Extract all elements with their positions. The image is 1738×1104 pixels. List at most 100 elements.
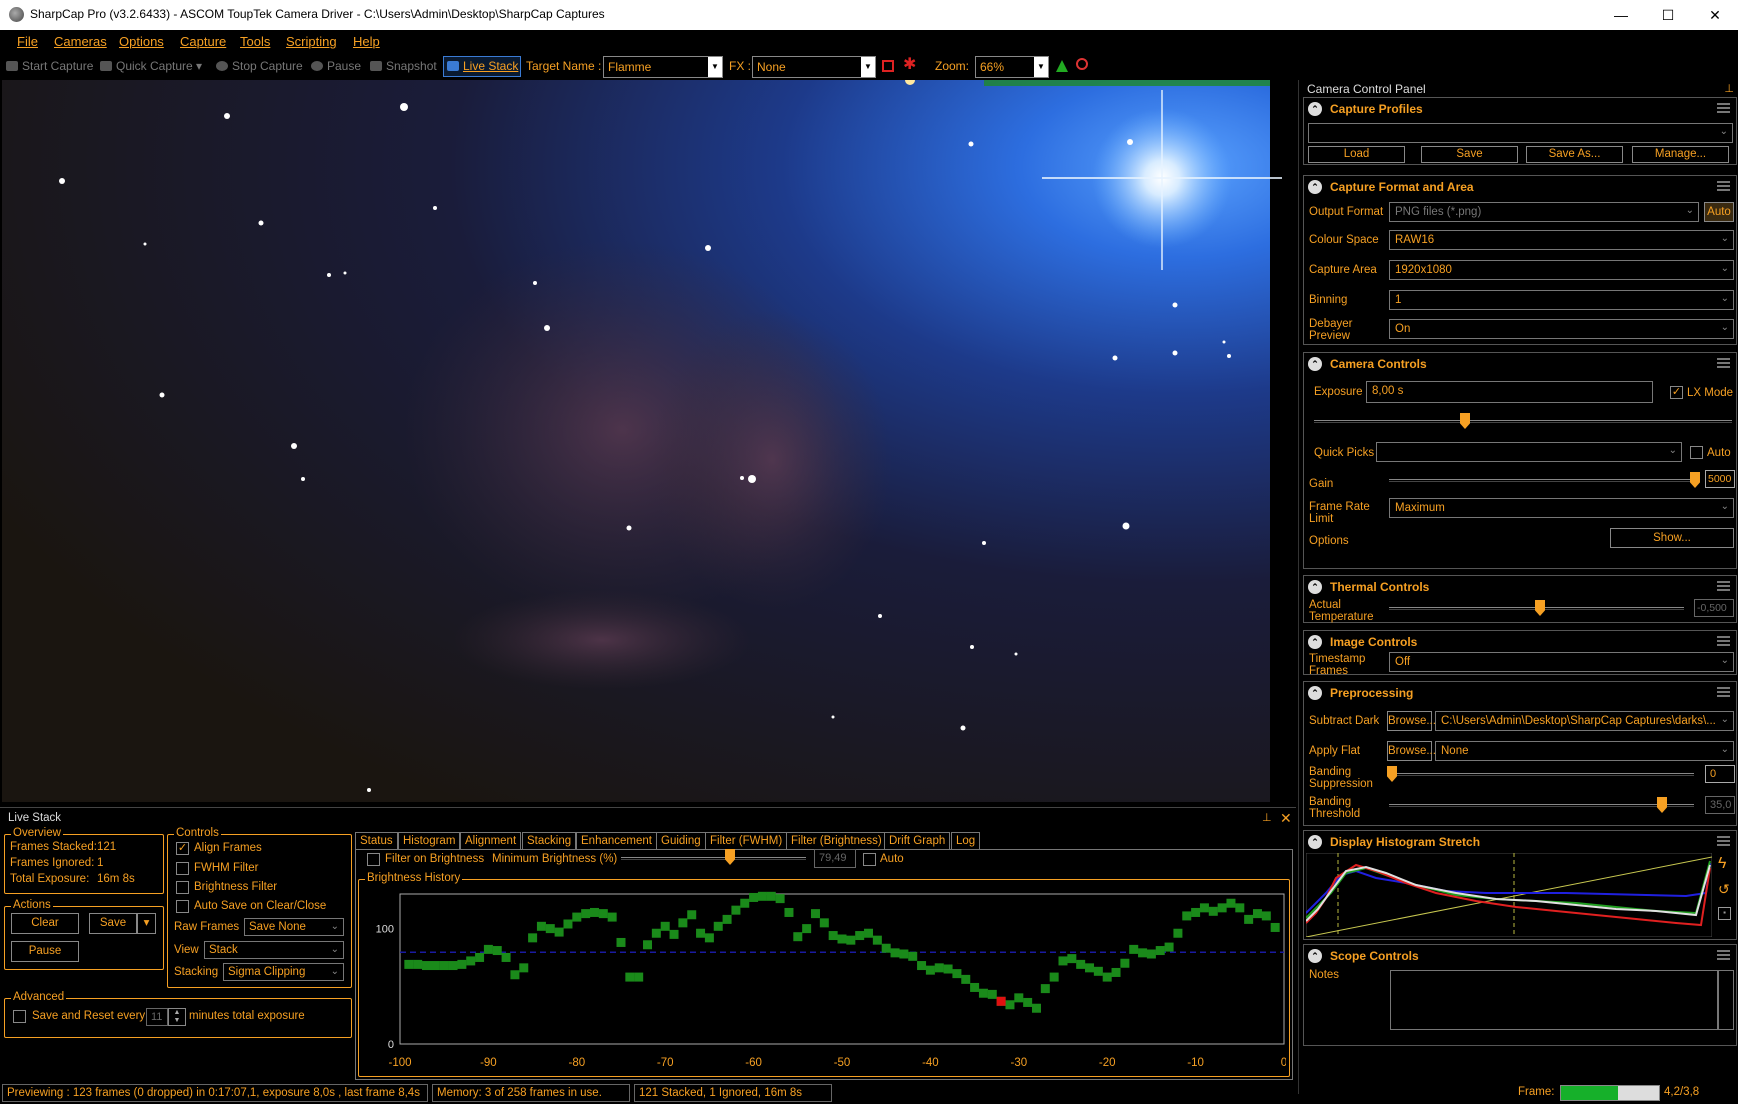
manage-button[interactable]: Manage...: [1632, 146, 1729, 163]
zoom-icon[interactable]: [1076, 58, 1088, 70]
collapse-icon[interactable]: ⌃: [1308, 686, 1322, 700]
capture-area-select[interactable]: 1920x1080 ⌄: [1389, 260, 1734, 280]
menu-tools[interactable]: Tools: [240, 34, 270, 49]
tab-filter-brightness[interactable]: Filter (Brightness): [786, 832, 887, 850]
show-options-button[interactable]: Show...: [1610, 528, 1734, 548]
menu-cameras[interactable]: Cameras: [54, 34, 107, 49]
collapse-icon[interactable]: ⌃: [1308, 357, 1322, 371]
collapse-icon[interactable]: ⌃: [1308, 102, 1322, 116]
histogram-display[interactable]: [1306, 853, 1712, 937]
dropdown-arrow-icon[interactable]: ▾: [196, 59, 202, 73]
tab-stacking[interactable]: Stacking: [522, 832, 577, 850]
collapse-icon[interactable]: ⌃: [1308, 835, 1322, 849]
start-capture-button[interactable]: Start Capture: [6, 59, 93, 73]
snapshot-button[interactable]: Snapshot: [370, 59, 437, 73]
menu-file[interactable]: File: [17, 34, 38, 49]
save-dropdown-button[interactable]: ▾: [137, 913, 156, 934]
quick-capture-button[interactable]: Quick Capture ▾: [100, 59, 202, 73]
auto-format-button[interactable]: Auto: [1704, 202, 1734, 222]
menu-icon[interactable]: [1717, 358, 1730, 368]
menu-icon[interactable]: [1717, 836, 1730, 846]
profile-select[interactable]: ⌄: [1308, 123, 1733, 143]
fwhm-filter-checkbox[interactable]: [176, 862, 189, 875]
brightness-filter-checkbox[interactable]: [176, 881, 189, 894]
chevron-down-icon[interactable]: ▼: [708, 57, 722, 77]
spin-buttons[interactable]: ▲ ▼: [168, 1008, 186, 1026]
notes-textarea[interactable]: [1390, 970, 1718, 1030]
histogram-icon[interactable]: [1056, 60, 1068, 72]
gain-slider[interactable]: [1389, 479, 1699, 482]
chevron-down-icon[interactable]: ▼: [1034, 57, 1048, 77]
gain-value[interactable]: 5000: [1705, 470, 1735, 488]
save-stack-button[interactable]: Save: [89, 913, 137, 934]
brightness-auto-checkbox[interactable]: [863, 853, 876, 866]
pin-icon[interactable]: ⊥: [1724, 82, 1734, 95]
reset-icon[interactable]: ↺: [1718, 881, 1730, 898]
tab-drift-graph[interactable]: Drift Graph: [884, 832, 951, 850]
tab-status[interactable]: Status: [355, 832, 398, 850]
crop-icon[interactable]: [882, 60, 894, 72]
view-select[interactable]: Stack ⌄: [204, 941, 344, 959]
menu-icon[interactable]: [1717, 103, 1730, 113]
banding-suppression-value[interactable]: 0: [1705, 765, 1735, 783]
fx-select[interactable]: None ▼: [752, 56, 876, 78]
raw-frames-select[interactable]: Save None ⌄: [244, 918, 344, 936]
save-icon[interactable]: ▪: [1718, 907, 1731, 920]
menu-options[interactable]: Options: [119, 34, 164, 49]
output-format-select[interactable]: PNG files (*.png) ⌄: [1389, 202, 1699, 222]
menu-icon[interactable]: [1717, 687, 1730, 697]
exposure-slider-thumb[interactable]: [1460, 413, 1470, 429]
binning-select[interactable]: 1 ⌄: [1389, 290, 1734, 310]
section-header[interactable]: ⌃ Capture Profiles: [1304, 98, 1736, 120]
load-button[interactable]: Load: [1308, 146, 1405, 163]
quick-picks-select[interactable]: ⌄: [1376, 442, 1682, 462]
section-header[interactable]: ⌃ Thermal Controls: [1304, 576, 1736, 598]
tab-guiding[interactable]: Guiding: [656, 832, 706, 850]
dark-select[interactable]: C:\Users\Admin\Desktop\SharpCap Captures…: [1435, 711, 1734, 731]
section-header[interactable]: ⌃ Camera Controls: [1304, 353, 1736, 375]
camera-image-frame[interactable]: [2, 80, 1292, 802]
close-button[interactable]: ✕: [1692, 0, 1738, 30]
close-panel-icon[interactable]: ✕: [1280, 810, 1292, 827]
banding-suppression-thumb[interactable]: [1387, 766, 1397, 782]
brightness-history-chart[interactable]: 0100 -100 -90 -80 -70 -60 -50 -40 -30 -20 -10 0: [362, 888, 1286, 1072]
clear-button[interactable]: Clear: [11, 913, 79, 934]
section-header[interactable]: ⌃ Display Histogram Stretch: [1304, 831, 1736, 853]
minimize-button[interactable]: —: [1598, 0, 1644, 30]
collapse-icon[interactable]: ⌃: [1308, 180, 1322, 194]
section-header[interactable]: ⌃ Scope Controls: [1304, 945, 1736, 967]
pause-stack-button[interactable]: Pause: [11, 941, 79, 962]
auto-save-checkbox[interactable]: [176, 900, 189, 913]
align-frames-checkbox[interactable]: ✓: [176, 842, 189, 855]
quick-picks-auto-checkbox[interactable]: [1690, 446, 1703, 459]
flat-select[interactable]: None ⌄: [1435, 741, 1734, 761]
lightning-icon[interactable]: ϟ: [1718, 855, 1726, 873]
menu-icon[interactable]: [1717, 581, 1730, 591]
browse-flat-button[interactable]: Browse...: [1387, 741, 1436, 761]
chevron-down-icon[interactable]: ▼: [861, 57, 875, 77]
crosshair-icon[interactable]: ✱: [903, 57, 916, 73]
save-profile-button[interactable]: Save: [1421, 146, 1518, 163]
save-reset-minutes[interactable]: 11: [146, 1008, 168, 1026]
camera-image[interactable]: [2, 80, 1292, 802]
colour-space-select[interactable]: RAW16 ⌄: [1389, 230, 1734, 250]
filter-brightness-checkbox[interactable]: [367, 853, 380, 866]
browse-dark-button[interactable]: Browse...: [1387, 711, 1436, 731]
menu-icon[interactable]: [1717, 636, 1730, 646]
gain-slider-thumb[interactable]: [1690, 472, 1700, 488]
stop-capture-button[interactable]: Stop Capture: [216, 59, 303, 73]
section-header[interactable]: ⌃ Capture Format and Area: [1304, 176, 1736, 198]
menu-icon[interactable]: [1717, 950, 1730, 960]
collapse-icon[interactable]: ⌃: [1308, 949, 1322, 963]
menu-icon[interactable]: [1717, 181, 1730, 191]
tab-filter-fwhm[interactable]: Filter (FWHM): [705, 832, 788, 850]
section-header[interactable]: ⌃ Image Controls: [1304, 631, 1736, 653]
notes-scrollbar[interactable]: [1718, 970, 1734, 1030]
tab-alignment[interactable]: Alignment: [460, 832, 522, 850]
banding-threshold-thumb[interactable]: [1657, 797, 1667, 813]
timestamp-select[interactable]: Off ⌄: [1389, 652, 1734, 672]
exposure-slider[interactable]: [1314, 420, 1732, 423]
banding-threshold-slider[interactable]: [1389, 804, 1694, 807]
stacking-select[interactable]: Sigma Clipping ⌄: [223, 963, 344, 981]
lx-mode-checkbox[interactable]: ✓: [1670, 386, 1683, 399]
